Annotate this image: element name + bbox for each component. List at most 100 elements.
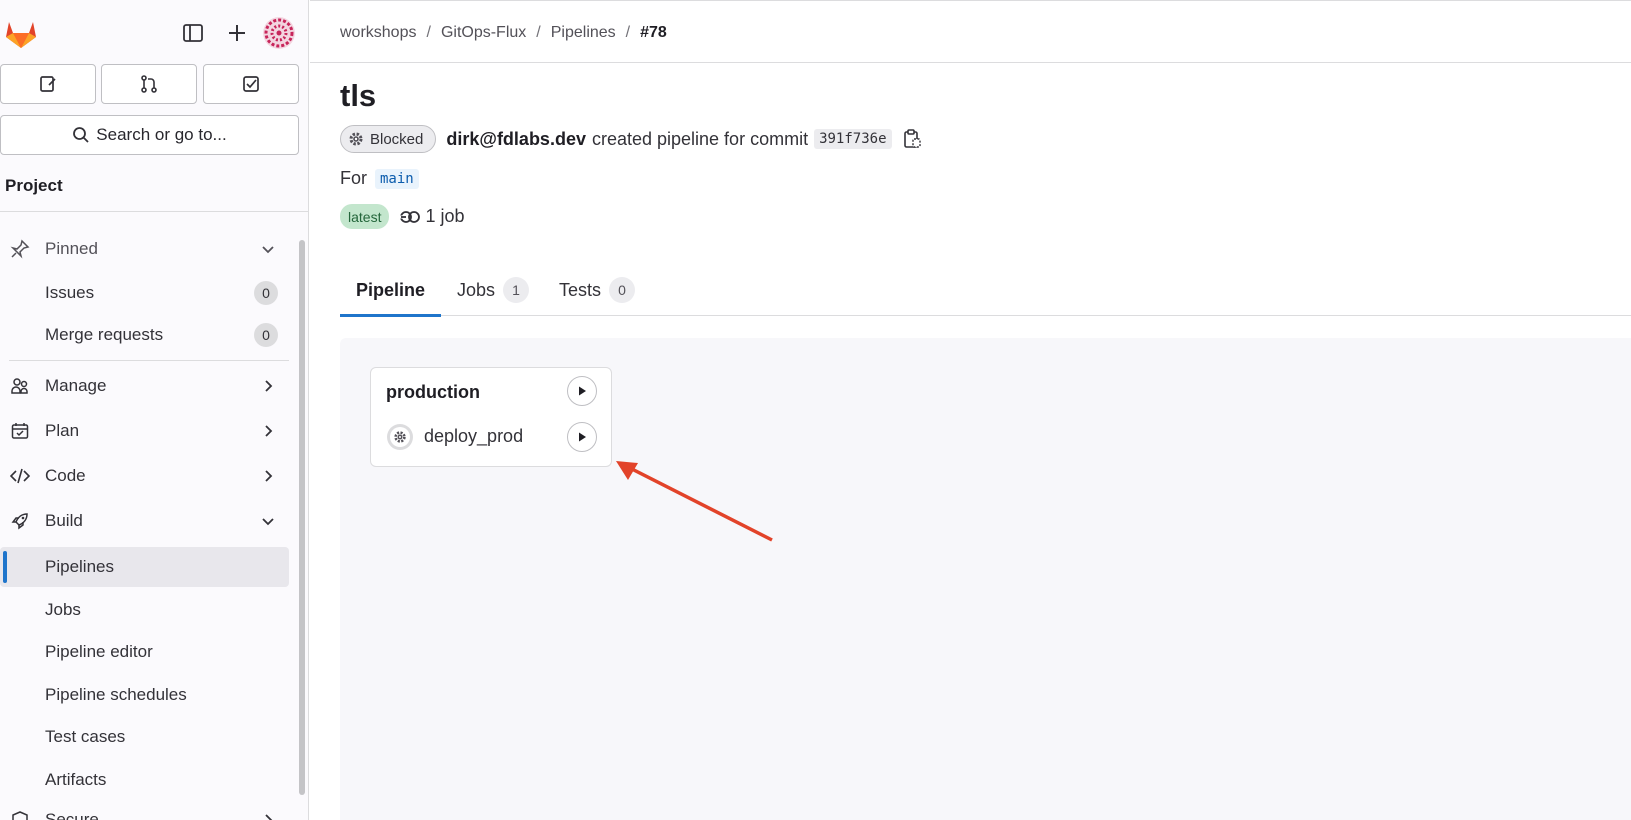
breadcrumb-separator: / <box>426 24 431 41</box>
breadcrumb-item-workshops[interactable]: workshops <box>340 24 416 42</box>
tab-count-badge: 0 <box>609 277 636 303</box>
tab-tests[interactable]: Tests 0 <box>559 264 636 316</box>
gear-icon <box>394 431 406 443</box>
sidebar-item-label: Pipeline schedules <box>45 685 187 704</box>
sidebar-item-label: Pinned <box>45 239 98 258</box>
breadcrumb-item-current[interactable]: #78 <box>640 24 667 42</box>
stage-title: production <box>386 382 480 402</box>
chevron-right-icon <box>265 470 273 482</box>
sidebar-item-label: Secure <box>45 810 99 820</box>
pin-icon <box>9 238 31 260</box>
job-play-button[interactable] <box>567 422 597 452</box>
merge-request-icon <box>141 75 157 93</box>
sidebar-item-plan[interactable]: Plan <box>0 411 289 451</box>
sidebar-item-label: Artifacts <box>45 770 107 789</box>
chevron-down-icon <box>262 246 274 254</box>
job-name[interactable]: deploy_prod <box>424 426 523 447</box>
sidebar-item-artifacts[interactable]: Artifacts <box>0 760 289 800</box>
sidebar-item-label: Build <box>45 511 83 530</box>
issues-shortcut-button[interactable] <box>0 64 96 104</box>
nav-divider <box>9 360 289 361</box>
issues-count-badge: 0 <box>254 281 278 305</box>
avatar[interactable] <box>263 17 295 49</box>
merge-requests-count-badge: 0 <box>254 323 278 347</box>
sidebar-item-label: Merge requests <box>45 325 164 344</box>
sidebar-toggle-icon[interactable] <box>181 21 205 45</box>
issues-icon <box>40 76 56 92</box>
search-button[interactable]: Search or go to... <box>0 115 299 155</box>
breadcrumb: workshops / GitOps-Flux / Pipelines / #7… <box>340 24 667 42</box>
breadcrumb-separator: / <box>536 24 541 41</box>
merge-requests-shortcut-button[interactable] <box>101 64 197 104</box>
sidebar-item-label: Issues <box>45 283 95 302</box>
sidebar-item-issues[interactable]: Issues 0 <box>0 273 289 313</box>
chevron-right-icon <box>265 814 273 820</box>
sidebar-item-test-cases[interactable]: Test cases <box>0 717 289 757</box>
sidebar-item-secure[interactable]: Secure <box>0 800 289 820</box>
sidebar-item-manage[interactable]: Manage <box>0 366 289 406</box>
pipeline-tabs: Pipeline Jobs 1 Tests 0 <box>340 264 1631 317</box>
sidebar-item-label: Pipeline editor <box>45 642 153 661</box>
pipeline-icon <box>399 210 421 223</box>
gitlab-logo-icon[interactable] <box>4 17 38 49</box>
sidebar-item-pipeline-editor[interactable]: Pipeline editor <box>0 632 289 672</box>
jobs-count-label: 1 job <box>425 206 465 226</box>
rocket-icon <box>9 510 31 532</box>
quick-actions <box>0 64 300 106</box>
chevron-down-icon <box>262 518 274 526</box>
commit-sha[interactable]: 391f736e <box>814 129 892 149</box>
sidebar-item-label: Manage <box>45 376 107 395</box>
author-link[interactable]: dirk@fdlabs.dev <box>446 129 586 150</box>
tab-label: Pipeline <box>356 279 426 300</box>
sidebar-item-pipelines[interactable]: Pipelines <box>0 547 289 587</box>
sidebar-header <box>0 0 308 62</box>
calendar-icon <box>9 420 31 442</box>
gear-icon <box>349 132 363 146</box>
ref-row: For main <box>340 168 419 189</box>
sidebar-item-code[interactable]: Code <box>0 456 289 496</box>
job-status-icon <box>387 424 413 450</box>
sidebar-item-pipeline-schedules[interactable]: Pipeline schedules <box>0 675 289 715</box>
todo-icon <box>243 76 259 92</box>
sidebar-item-merge-requests[interactable]: Merge requests 0 <box>0 315 289 355</box>
action-text: created pipeline for commit <box>591 128 809 149</box>
sidebar-item-label: Plan <box>45 421 80 440</box>
badges-row: latest 1 job <box>340 204 465 229</box>
project-section-title: Project <box>5 176 63 195</box>
sidebar-item-pinned[interactable]: Pinned <box>0 229 289 269</box>
tab-pipeline[interactable]: Pipeline <box>340 264 442 317</box>
status-badge[interactable]: Blocked <box>340 125 437 153</box>
annotation-arrow-icon <box>616 461 773 542</box>
tab-jobs[interactable]: Jobs 1 <box>457 264 530 316</box>
sidebar-scrollbar[interactable] <box>299 240 305 795</box>
plus-icon[interactable] <box>225 21 249 45</box>
for-label: For <box>340 168 367 188</box>
chevron-right-icon <box>265 425 273 437</box>
tab-count-badge: 1 <box>503 277 530 303</box>
sidebar-item-label: Test cases <box>45 727 126 746</box>
copy-icon[interactable] <box>902 128 922 150</box>
code-icon <box>9 465 31 487</box>
sidebar-item-label: Code <box>45 466 86 485</box>
stage-play-button[interactable] <box>567 376 597 406</box>
sidebar-item-label: Jobs <box>45 600 81 619</box>
top-bar: workshops / GitOps-Flux / Pipelines / #7… <box>310 0 1631 63</box>
sidebar-item-jobs[interactable]: Jobs <box>0 590 289 630</box>
ref-link[interactable]: main <box>375 168 419 189</box>
sidebar: Search or go to... Project Pinned Issues… <box>0 0 309 820</box>
chevron-right-icon <box>265 380 273 392</box>
breadcrumb-item-project[interactable]: GitOps-Flux <box>441 24 526 42</box>
search-label: Search or go to... <box>96 125 227 144</box>
pipeline-meta: Blocked dirk@fdlabs.dev created pipeline… <box>340 125 922 153</box>
sidebar-item-build[interactable]: Build <box>0 501 289 541</box>
page-title: tls <box>340 78 377 113</box>
tab-label: Tests <box>559 279 602 300</box>
users-icon <box>9 375 31 397</box>
latest-badge: latest <box>340 204 390 229</box>
play-icon <box>579 386 586 396</box>
status-label: Blocked <box>370 130 424 148</box>
sidebar-divider <box>0 211 308 212</box>
todos-shortcut-button[interactable] <box>203 64 299 104</box>
breadcrumb-separator: / <box>625 24 631 41</box>
breadcrumb-item-pipelines[interactable]: Pipelines <box>551 24 616 42</box>
